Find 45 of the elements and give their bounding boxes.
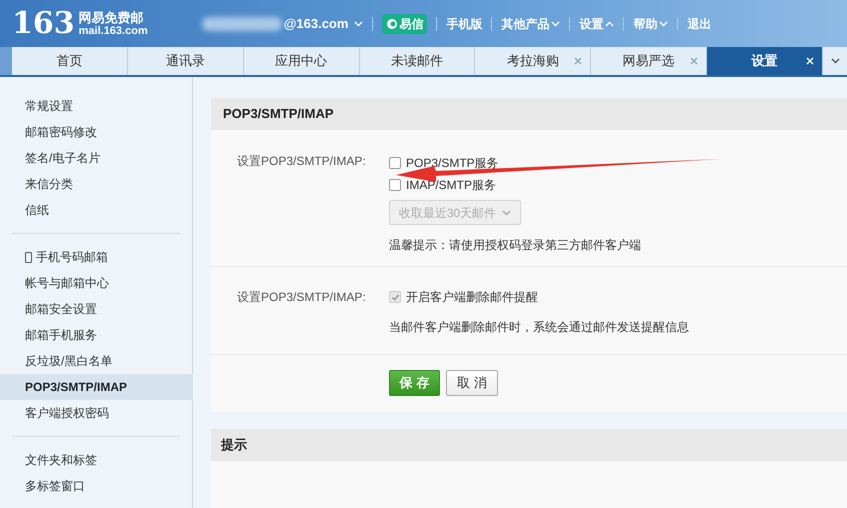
- checkbox[interactable]: [389, 157, 401, 169]
- chevron-icon: [659, 20, 668, 26]
- sidebar-item[interactable]: 邮箱手机服务: [0, 322, 193, 348]
- phone-icon: [25, 252, 32, 262]
- checkbox-label: 开启客户端删除邮件提醒: [406, 289, 538, 306]
- sidebar-item[interactable]: 反垃圾/黑白名单: [0, 348, 193, 374]
- chat-bubble-icon: [386, 18, 398, 30]
- sidebar-item[interactable]: 邮箱安全设置: [0, 296, 193, 322]
- note-text: 当邮件客户端删除邮件时，系统会通过邮件发送提醒信息: [389, 319, 689, 336]
- logo-title: 网易免费邮: [78, 10, 145, 25]
- tab[interactable]: 设置: [707, 47, 824, 75]
- tab[interactable]: 未读邮件: [360, 47, 476, 75]
- tab[interactable]: 考拉海购: [475, 47, 592, 75]
- sidebar-item[interactable]: 邮箱密码修改: [0, 119, 193, 145]
- field-label: 设置POP3/SMTP/IMAP:: [237, 153, 367, 170]
- logo-number: 163: [12, 8, 75, 38]
- logo-domain: mail.163.com: [78, 25, 148, 37]
- sidebar-item[interactable]: 手机号码邮箱: [0, 244, 193, 270]
- sidebar-item[interactable]: 来信分类: [0, 171, 193, 197]
- checkbox-label: POP3/SMTP服务: [406, 155, 499, 172]
- tab[interactable]: 通讯录: [128, 47, 244, 75]
- chevron-icon: [354, 20, 364, 26]
- cancel-button[interactable]: 取 消: [446, 370, 498, 396]
- tab-overflow-button[interactable]: [823, 47, 847, 75]
- tab[interactable]: 首页: [12, 47, 128, 75]
- checkbox[interactable]: [389, 179, 401, 191]
- checkbox-label: IMAP/SMTP服务: [406, 177, 496, 194]
- sidebar-item[interactable]: 常规设置: [0, 93, 193, 119]
- sidebar-item[interactable]: 客户端授权密码: [0, 400, 193, 426]
- sidebar-item[interactable]: POP3/SMTP/IMAP: [0, 374, 193, 400]
- panel-title: POP3/SMTP/IMAP: [223, 105, 334, 124]
- sidebar-item[interactable]: 多标签窗口: [0, 473, 193, 499]
- chevron-icon: [551, 20, 560, 26]
- chevron-icon: [605, 20, 614, 26]
- sidebar-item[interactable]: 文件夹和标签: [0, 447, 193, 473]
- tab[interactable]: 应用中心: [244, 47, 360, 75]
- field-label: 设置POP3/SMTP/IMAP:: [237, 289, 367, 306]
- tab[interactable]: 网易严选: [591, 47, 708, 75]
- sidebar-item[interactable]: 帐号与邮箱中心: [0, 270, 193, 296]
- chevron-icon: [502, 210, 512, 216]
- panel-title: 提示: [221, 436, 247, 454]
- sidebar-item[interactable]: 信纸: [0, 197, 193, 223]
- chevron-icon: [830, 58, 840, 64]
- sidebar-item[interactable]: 签名/电子名片: [0, 145, 193, 171]
- hint-text: 温馨提示：请使用授权码登录第三方邮件客户端: [389, 237, 641, 254]
